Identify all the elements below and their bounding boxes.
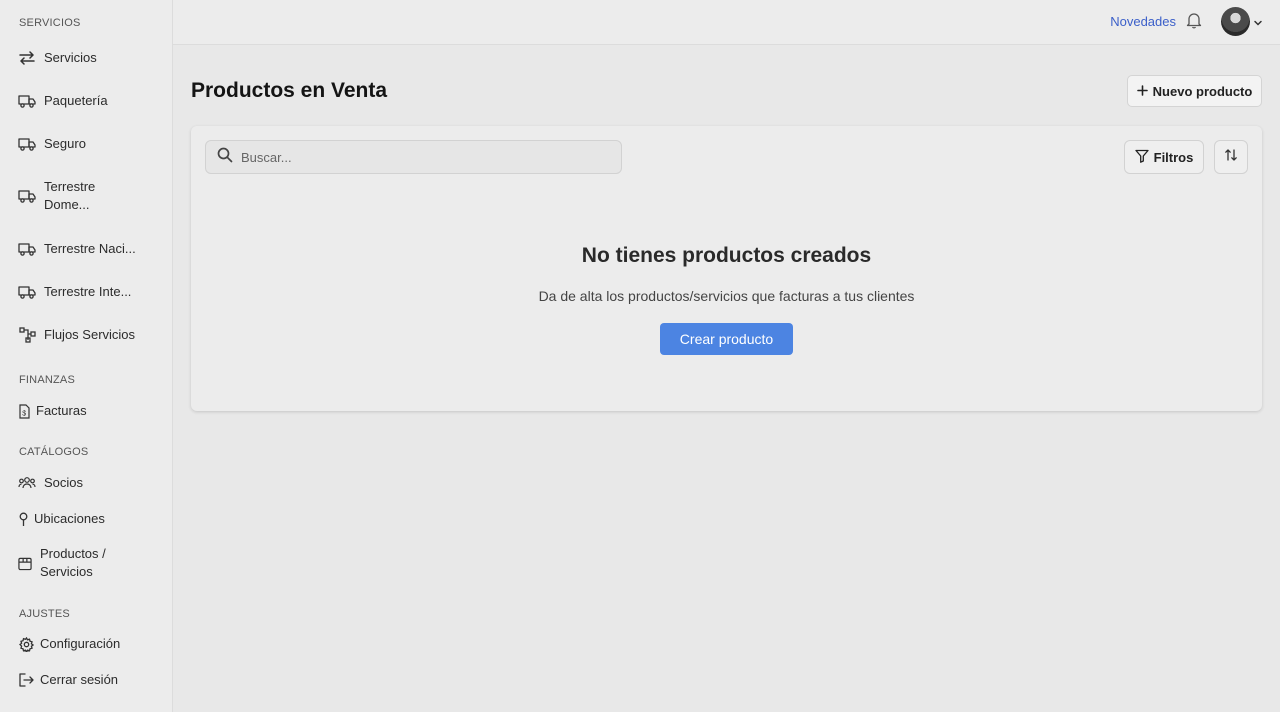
sidebar-item-label: Servicios: [44, 50, 97, 65]
products-card: Filtros No tienes productos creados Da d…: [191, 126, 1262, 411]
section-label-servicios: SERVICIOS: [19, 17, 81, 29]
invoice-icon: $: [18, 402, 30, 420]
empty-state-title: No tienes productos creados: [581, 244, 872, 267]
sidebar-item-label: Paquetería: [44, 93, 108, 108]
users-icon: [18, 474, 36, 492]
sidebar-item-seguro[interactable]: Seguro: [18, 135, 86, 153]
sidebar-item-terrestre-domestico[interactable]: Terrestre Dome...: [18, 178, 114, 214]
search-input[interactable]: [241, 149, 601, 165]
sidebar-item-label: Cerrar sesión: [40, 672, 119, 687]
truck-icon: [18, 135, 36, 153]
search-box[interactable]: [205, 140, 622, 174]
novedades-link[interactable]: Novedades: [1110, 14, 1176, 29]
sidebar-item-label: Terrestre Dome...: [44, 179, 96, 212]
arrows-exchange-icon: [18, 49, 36, 67]
sidebar-item-label: Terrestre Inte...: [44, 284, 132, 299]
sidebar-item-label: Ubicaciones: [34, 511, 105, 526]
sidebar-item-label: Seguro: [44, 136, 86, 151]
create-product-button[interactable]: Crear producto: [660, 323, 793, 355]
sidebar-item-paqueteria[interactable]: Paquetería: [18, 92, 108, 110]
sidebar: SERVICIOS Servicios Paquetería Seguro Te…: [0, 0, 173, 712]
sort-icon: [1224, 148, 1238, 167]
topbar: Novedades: [173, 0, 1280, 45]
section-label-finanzas: FINANZAS: [19, 374, 75, 386]
sidebar-item-label: Flujos Servicios: [44, 327, 136, 342]
page-title: Productos en Venta: [191, 79, 388, 102]
svg-text:$: $: [22, 410, 26, 417]
pin-icon: [18, 510, 28, 528]
avatar[interactable]: [1221, 7, 1250, 36]
sidebar-item-label: Socios: [44, 475, 84, 490]
sidebar-item-productos-servicios[interactable]: Productos / Servicios: [18, 545, 130, 581]
sidebar-item-facturas[interactable]: $ Facturas: [18, 402, 87, 420]
truck-icon: [18, 240, 36, 258]
sidebar-item-cerrar-sesion[interactable]: Cerrar sesión: [18, 671, 118, 689]
truck-icon: [18, 187, 36, 205]
empty-state-subtitle: Da de alta los productos/servicios que f…: [538, 288, 915, 304]
new-product-label: Nuevo producto: [1152, 83, 1253, 99]
chevron-down-icon[interactable]: [1253, 15, 1263, 26]
section-label-ajustes: AJUSTES: [19, 608, 70, 620]
search-icon: [217, 147, 233, 168]
sidebar-item-label: Configuración: [40, 636, 121, 651]
sidebar-item-terrestre-nacional[interactable]: Terrestre Naci...: [18, 240, 136, 258]
sort-button[interactable]: [1214, 140, 1248, 174]
plus-icon: [1136, 84, 1148, 99]
gear-icon: [18, 635, 34, 653]
sidebar-item-terrestre-internacional[interactable]: Terrestre Inte...: [18, 283, 131, 301]
truck-icon: [18, 92, 36, 110]
new-product-button[interactable]: Nuevo producto: [1127, 75, 1262, 107]
sidebar-item-label: Facturas: [36, 403, 87, 418]
sidebar-item-socios[interactable]: Socios: [18, 474, 83, 492]
filter-icon: [1134, 149, 1149, 166]
flow-icon: [18, 326, 36, 344]
filters-label: Filtros: [1153, 149, 1194, 165]
box-icon: [18, 554, 32, 572]
logout-icon: [18, 671, 34, 689]
bell-icon[interactable]: [1186, 12, 1204, 30]
filters-button[interactable]: Filtros: [1124, 140, 1204, 174]
sidebar-item-label: Terrestre Naci...: [44, 241, 136, 256]
sidebar-item-configuracion[interactable]: Configuración: [18, 635, 120, 653]
section-label-catalogos: CATÁLOGOS: [19, 446, 89, 458]
sidebar-item-servicios[interactable]: Servicios: [18, 49, 97, 67]
sidebar-item-flujos-servicios[interactable]: Flujos Servicios: [18, 326, 135, 344]
truck-icon: [18, 283, 36, 301]
sidebar-item-label: Productos / Servicios: [40, 546, 106, 579]
sidebar-item-ubicaciones[interactable]: Ubicaciones: [18, 510, 105, 528]
